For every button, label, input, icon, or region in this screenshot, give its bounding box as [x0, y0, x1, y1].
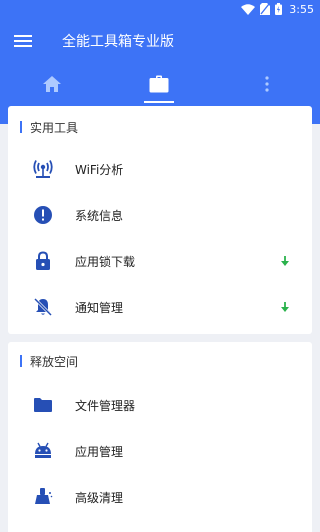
list-item-wifi-analysis[interactable]: WiFi分析	[8, 146, 312, 192]
list-item-app-manager[interactable]: 应用管理	[8, 428, 312, 474]
section-header: 释放空间	[8, 352, 78, 370]
home-icon	[42, 75, 62, 97]
section-accent-bar	[20, 355, 22, 367]
notification-off-icon	[32, 296, 54, 318]
clock: 3:55	[289, 2, 314, 16]
tab-more[interactable]	[237, 66, 297, 106]
download-arrow-icon	[280, 255, 290, 267]
download-arrow-icon	[280, 301, 290, 313]
list-item-advanced-clean[interactable]: 高级清理	[8, 474, 312, 520]
list-item-file-manager[interactable]: 文件管理器	[8, 382, 312, 428]
list-item-label: 系统信息	[75, 208, 124, 223]
briefcase-icon	[149, 75, 169, 97]
wifi-antenna-icon	[32, 158, 54, 180]
section-accent-bar	[20, 121, 22, 133]
status-bar: 3:55	[0, 0, 320, 18]
section-title: 实用工具	[30, 120, 79, 135]
list-item-app-lock-download[interactable]: 应用锁下载	[8, 238, 312, 284]
battery-icon	[275, 0, 283, 19]
tab-tools[interactable]	[129, 66, 189, 106]
tab-home[interactable]	[22, 66, 82, 106]
section-card-free-space: 释放空间 文件管理器 应用管理 高级清理	[8, 342, 312, 532]
tab-bar	[0, 66, 320, 106]
folder-icon	[32, 394, 54, 416]
list-item-label: 应用管理	[75, 444, 124, 459]
menu-button[interactable]	[12, 32, 34, 52]
section-card-tools: 实用工具 WiFi分析 系统信息 应用锁下载 通知管理	[8, 106, 312, 334]
list-item-label: 高级清理	[75, 490, 124, 505]
wifi-signal-icon	[241, 0, 256, 19]
list-item-label: 文件管理器	[75, 398, 136, 413]
android-icon	[32, 440, 54, 462]
broom-icon	[32, 486, 54, 508]
lock-icon	[32, 250, 54, 272]
list-item-label: 应用锁下载	[75, 254, 136, 269]
section-header: 实用工具	[8, 118, 78, 136]
app-title: 全能工具箱专业版	[62, 34, 174, 50]
app-bar: 全能工具箱专业版	[0, 18, 320, 66]
list-item-system-info[interactable]: 系统信息	[8, 192, 312, 238]
more-vert-icon	[265, 76, 269, 96]
no-sim-icon	[260, 0, 271, 19]
status-icons: 3:55	[241, 2, 314, 16]
info-icon	[32, 204, 54, 226]
list-item-notification-manager[interactable]: 通知管理	[8, 284, 312, 330]
hamburger-icon	[14, 33, 32, 52]
list-item-label: 通知管理	[75, 300, 124, 315]
section-title: 释放空间	[30, 354, 79, 369]
list-item-label: WiFi分析	[75, 162, 124, 177]
tab-indicator	[144, 101, 174, 103]
